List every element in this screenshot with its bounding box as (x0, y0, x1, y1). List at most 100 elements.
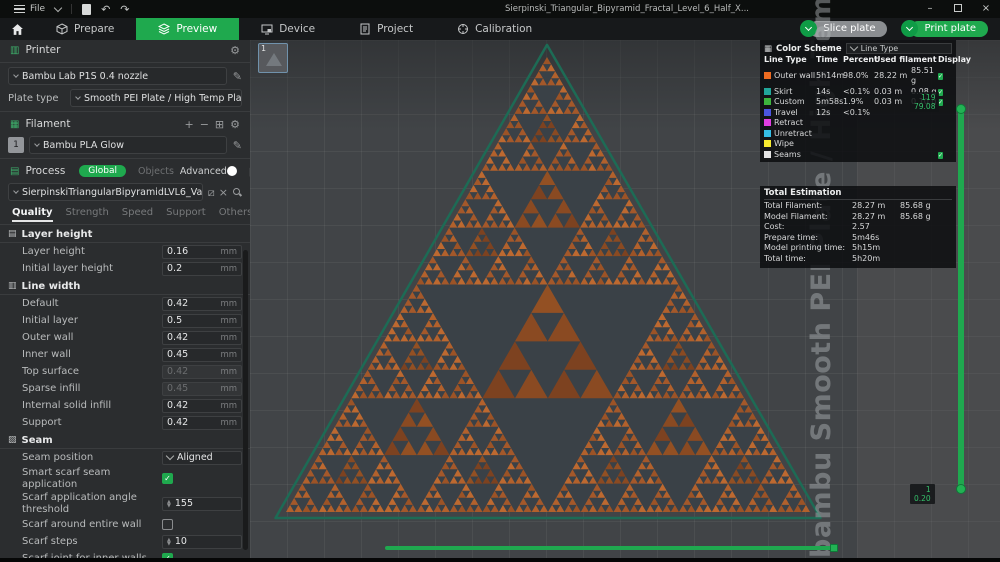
tab-calibration[interactable]: Calibration (435, 18, 554, 40)
main-tabbar: PreparePreviewDeviceProjectCalibration S… (0, 18, 1000, 40)
param-tab-support[interactable]: Support (166, 207, 206, 222)
section-header-line-width[interactable]: ▥Line width (0, 278, 250, 295)
filament-preset-dropdown[interactable]: Bambu PLA Glow (29, 136, 227, 154)
param-spinner-scarf-application-angle-threshold[interactable]: ▲▼155 (162, 497, 242, 511)
tab-project[interactable]: Project (337, 18, 435, 40)
legend-display-checkbox[interactable]: ✓ (938, 152, 943, 159)
param-input-layer-height[interactable]: 0.16mm (162, 245, 242, 259)
undo-icon[interactable]: ↶ (101, 4, 110, 15)
maximize-button[interactable] (944, 0, 972, 18)
section-icon: ▨ (8, 435, 17, 445)
print-plate-button[interactable]: Print plate (910, 21, 988, 37)
layer-slider-top-handle[interactable] (956, 104, 966, 114)
param-spinner-scarf-steps[interactable]: ▲▼10 (162, 535, 242, 549)
param-row: Scarf steps▲▼10 (0, 533, 250, 550)
layer-range-slider[interactable] (958, 108, 964, 490)
legend-col-time: Time (816, 55, 843, 66)
param-input-initial-layer[interactable]: 0.5mm (162, 314, 242, 328)
viewport-3d[interactable]: bambu Smooth PEI Plate / High Temp Plate… (250, 40, 1000, 558)
filament-icon: ▦ (10, 119, 19, 130)
param-input-top-surface[interactable]: 0.42mm (162, 365, 242, 379)
param-input-inner-wall[interactable]: 0.45mm (162, 348, 242, 362)
edit-printer-icon[interactable]: ✎ (233, 71, 242, 82)
tab-preview[interactable]: Preview (136, 18, 239, 40)
legend-col-percent: Percent (843, 55, 874, 66)
tab-prepare[interactable]: Prepare (34, 18, 136, 40)
stepper-arrows-icon[interactable]: ▲▼ (167, 538, 171, 546)
estimation-row: Prepare time:5m46s (764, 233, 952, 244)
param-label: Seam position (22, 452, 162, 464)
param-label: Scarf steps (22, 536, 162, 548)
move-slider[interactable] (385, 546, 835, 550)
param-label: Smart scarf seam application (22, 467, 162, 490)
param-input-sparse-infill[interactable]: 0.45mm (162, 382, 242, 396)
view-type-dropdown[interactable]: Line Type (846, 43, 952, 54)
legend-col-line-type: Line Type (764, 55, 816, 66)
chevron-down-icon[interactable] (54, 3, 62, 11)
legend-percent: 98.0% (843, 71, 874, 82)
plate-thumbnail[interactable]: 1 (258, 43, 288, 73)
new-file-icon[interactable] (82, 4, 91, 15)
add-filament-icon[interactable]: + (184, 119, 193, 130)
file-menu[interactable]: File (14, 3, 45, 16)
save-preset-icon[interactable]: ⧄ (208, 187, 215, 198)
stepper-arrows-icon[interactable]: ▲▼ (167, 500, 171, 508)
filament-sync-icon[interactable]: ⊞ (215, 119, 224, 130)
param-input-internal-solid-infill[interactable]: 0.42mm (162, 399, 242, 413)
bambu-studio-window: File ↶ ↷ Sierpinski_Triangular_Bipyramid… (0, 0, 1000, 562)
param-dropdown-seam-position[interactable]: Aligned (162, 451, 242, 465)
param-checkbox-smart-scarf-seam-application[interactable]: ✓ (162, 473, 173, 484)
section-header-seam[interactable]: ▨Seam (0, 432, 250, 449)
param-input-support[interactable]: 0.42mm (162, 416, 242, 430)
sidebar-scrollbar[interactable] (243, 250, 248, 550)
param-checkbox-scarf-around-entire-wall[interactable] (162, 519, 173, 530)
close-button[interactable]: × (972, 0, 1000, 18)
redo-icon[interactable]: ↷ (120, 4, 129, 15)
print-plate-group: Print plate (901, 20, 988, 37)
search-icon[interactable] (233, 188, 242, 197)
param-tab-speed[interactable]: Speed (122, 207, 153, 222)
legend-used-m: 0.03 m (874, 87, 911, 98)
param-list: ▤Layer heightLayer height0.16mmInitial l… (0, 226, 250, 558)
tab-device[interactable]: Device (239, 18, 337, 40)
printer-preset-dropdown[interactable]: Bambu Lab P1S 0.4 nozzle (8, 67, 227, 85)
param-row: Top surface0.42mm (0, 363, 250, 380)
legend-used-g: 85.51 g (911, 66, 938, 87)
param-tab-strength[interactable]: Strength (66, 207, 109, 222)
plate-thumbnail-model-icon (266, 53, 282, 66)
param-row: Support0.42mm (0, 414, 250, 431)
section-header-layer-height[interactable]: ▤Layer height (0, 226, 250, 243)
legend-row-name: Custom (764, 97, 816, 108)
param-tab-quality[interactable]: Quality (12, 207, 53, 222)
home-button[interactable] (0, 18, 34, 40)
remove-filament-icon[interactable]: − (200, 119, 209, 130)
cube-icon (56, 23, 68, 35)
scope-global-pill[interactable]: Global (79, 165, 126, 177)
delete-preset-icon[interactable]: × (219, 187, 228, 198)
param-input-outer-wall[interactable]: 0.42mm (162, 331, 242, 345)
filament-slot-badge: 1 (8, 137, 24, 153)
bottom-edge-bar (0, 558, 1000, 562)
layer-slider-bottom-label: 10.20 (910, 484, 935, 504)
chevron-down-icon (166, 452, 174, 460)
layer-slider-bottom-handle[interactable] (956, 484, 966, 494)
param-input-initial-layer-height[interactable]: 0.2mm (162, 262, 242, 276)
titlebar: File ↶ ↷ Sierpinski_Triangular_Bipyramid… (0, 0, 1000, 18)
process-preset-dropdown[interactable]: SierpinskiTriangularBipyramidLVL6_VaseM.… (8, 183, 203, 201)
plate-type-dropdown[interactable]: Smooth PEI Plate / High Temp Plate (70, 89, 242, 107)
edit-filament-icon[interactable]: ✎ (233, 140, 242, 151)
filament-settings-gear-icon[interactable]: ⚙ (230, 119, 240, 130)
minimize-button[interactable]: – (916, 0, 944, 18)
move-slider-handle[interactable] (830, 544, 838, 552)
param-label: Top surface (22, 366, 162, 378)
window-title: Sierpinski_Triangular_Bipyramid_Fractal_… (505, 4, 749, 14)
estimation-row: Model Filament:28.27 m85.68 g (764, 212, 952, 223)
param-input-default[interactable]: 0.42mm (162, 297, 242, 311)
scope-objects-label[interactable]: Objects (138, 166, 174, 177)
legend-col-display: Display (938, 55, 952, 66)
param-tab-others[interactable]: Others (219, 207, 250, 222)
legend-display-checkbox[interactable]: ✓ (938, 73, 943, 80)
line-type-swatch (764, 119, 771, 126)
estimation-row: Model printing time:5h15m (764, 243, 952, 254)
printer-settings-gear-icon[interactable]: ⚙ (230, 45, 240, 56)
